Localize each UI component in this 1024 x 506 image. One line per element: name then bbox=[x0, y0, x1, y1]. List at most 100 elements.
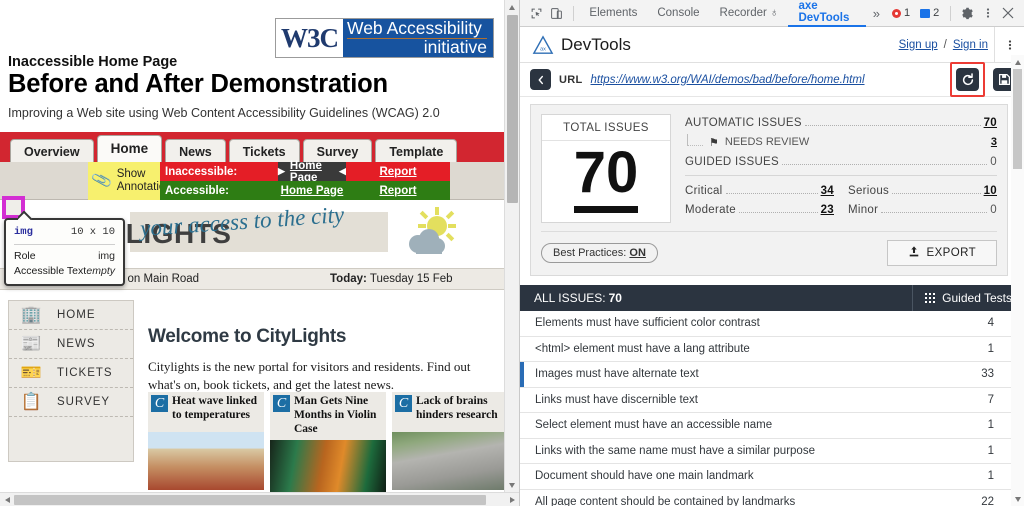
url-value[interactable]: https://www.w3.org/WAI/demos/bad/before/… bbox=[591, 74, 865, 86]
report-link-accessible[interactable]: Report bbox=[379, 185, 416, 197]
best-practices-label: Best Practices: bbox=[553, 247, 627, 259]
guided-tests-button[interactable]: Guided Tests bbox=[911, 285, 1024, 311]
more-options-icon[interactable] bbox=[977, 2, 997, 24]
tooltip-caret bbox=[18, 211, 32, 220]
guided-issues-row[interactable]: GUIDED ISSUES 0 bbox=[685, 156, 997, 168]
accessible-page-cell[interactable]: Home Page bbox=[278, 181, 346, 200]
critical-row[interactable]: Critical 34 bbox=[685, 185, 834, 197]
moderate-value[interactable]: 23 bbox=[821, 204, 834, 216]
browser-page-viewport[interactable]: W3C Web Accessibility initiative Inacces… bbox=[0, 0, 520, 506]
moderate-row[interactable]: Moderate 23 bbox=[685, 204, 834, 216]
gear-icon[interactable] bbox=[957, 2, 977, 24]
tab-home[interactable]: Home bbox=[96, 135, 163, 164]
nav-item-home[interactable]: 🏢 HOME bbox=[9, 301, 133, 330]
message-icon bbox=[920, 8, 931, 18]
issue-row[interactable]: Links must have discernible text 7 bbox=[520, 387, 1024, 413]
message-count-badge[interactable]: 2 bbox=[915, 6, 944, 20]
inaccessible-label: Inaccessible: bbox=[160, 162, 278, 181]
dot-leader bbox=[738, 212, 818, 213]
devtools-scroll-thumb[interactable] bbox=[1013, 69, 1022, 169]
news-card[interactable]: C Heat wave linked to temperatures bbox=[148, 392, 264, 498]
page-vertical-scrollbar[interactable] bbox=[504, 0, 519, 492]
upload-icon bbox=[908, 245, 920, 261]
all-issues-label: ALL ISSUES: bbox=[534, 291, 606, 305]
show-annotations-button[interactable]: 📎 Show Annotations bbox=[88, 162, 177, 200]
more-tabs-icon[interactable]: » bbox=[866, 6, 887, 21]
device-toolbar-icon[interactable] bbox=[546, 2, 566, 24]
devtools-scrollbar[interactable] bbox=[1011, 55, 1024, 506]
needs-review-row[interactable]: ⚑ NEEDS REVIEW 3 bbox=[685, 134, 997, 150]
report-link-inaccessible[interactable]: Report bbox=[379, 166, 416, 178]
issue-row[interactable]: Select element must have an accessible n… bbox=[520, 413, 1024, 439]
devtools-scroll-down-icon[interactable] bbox=[1011, 492, 1024, 506]
news-card[interactable]: C Man Gets Nine Months in Violin Case bbox=[270, 392, 386, 499]
serious-value[interactable]: 10 bbox=[984, 185, 997, 197]
news-card[interactable]: C Lack of brains hinders research bbox=[392, 392, 508, 498]
close-icon[interactable] bbox=[998, 2, 1018, 24]
tab-console[interactable]: Console bbox=[647, 0, 709, 27]
serious-row[interactable]: Serious 10 bbox=[848, 185, 997, 197]
nav-item-survey[interactable]: 📋 SURVEY bbox=[9, 388, 133, 417]
scroll-down-arrow-icon[interactable] bbox=[505, 478, 519, 492]
grid-icon bbox=[924, 292, 936, 304]
news-card-title: Lack of brains hinders research bbox=[416, 395, 498, 421]
sign-up-link[interactable]: Sign up bbox=[899, 39, 938, 51]
issue-label: Links must have discernible text bbox=[535, 393, 698, 406]
issue-row[interactable]: All page content should be contained by … bbox=[520, 489, 1024, 506]
dot-leader bbox=[725, 193, 818, 194]
nav-item-news[interactable]: 📰 NEWS bbox=[9, 330, 133, 359]
inspect-element-icon[interactable] bbox=[526, 2, 546, 24]
tab-axe-devtools[interactable]: axe DevTools bbox=[788, 0, 866, 27]
arrow-left-icon: ◀ bbox=[339, 166, 346, 176]
page-kicker: Inaccessible Home Page bbox=[8, 54, 178, 70]
vertical-scroll-thumb[interactable] bbox=[507, 15, 518, 203]
inspector-role-row: Role img bbox=[14, 250, 115, 262]
issue-row[interactable]: <html> element must have a lang attribut… bbox=[520, 336, 1024, 362]
issue-row[interactable]: Links with the same name must have a sim… bbox=[520, 438, 1024, 464]
clipboard-icon: 📋 bbox=[20, 392, 44, 411]
automatic-issues-value[interactable]: 70 bbox=[984, 117, 997, 129]
critical-value[interactable]: 34 bbox=[821, 185, 834, 197]
horizontal-scroll-thumb[interactable] bbox=[14, 495, 486, 505]
accessible-report-cell[interactable]: Report bbox=[346, 181, 450, 200]
tab-elements[interactable]: Elements bbox=[579, 0, 647, 27]
tab-recorder[interactable]: Recorder ♁ bbox=[710, 0, 789, 27]
export-button[interactable]: EXPORT bbox=[886, 240, 997, 266]
inaccessible-report-cell[interactable]: Report bbox=[346, 162, 450, 181]
issue-row[interactable]: Document should have one main landmark 1 bbox=[520, 464, 1024, 490]
issue-row[interactable]: Elements must have sufficient color cont… bbox=[520, 311, 1024, 337]
rescan-icon[interactable] bbox=[956, 68, 979, 91]
tab-template[interactable]: Template bbox=[375, 139, 458, 164]
news-card-head: C Heat wave linked to temperatures bbox=[148, 392, 264, 432]
accessible-home-page-link[interactable]: Home Page bbox=[281, 185, 344, 197]
svg-text:ax: ax bbox=[540, 46, 546, 52]
issue-label: Document should have one main landmark bbox=[535, 470, 754, 483]
export-label: EXPORT bbox=[926, 247, 976, 259]
scroll-left-arrow-icon[interactable] bbox=[0, 493, 14, 506]
scroll-up-arrow-icon[interactable] bbox=[505, 0, 519, 14]
scroll-right-arrow-icon[interactable] bbox=[506, 493, 519, 506]
devtools-scroll-up-icon[interactable] bbox=[1011, 55, 1024, 69]
automatic-issues-row[interactable]: AUTOMATIC ISSUES 70 bbox=[685, 117, 997, 129]
error-count-badge[interactable]: 1 bbox=[887, 6, 915, 20]
best-practices-toggle[interactable]: Best Practices: ON bbox=[541, 243, 658, 263]
issue-label: Select element must have an accessible n… bbox=[535, 419, 773, 432]
dot-leader bbox=[804, 125, 981, 126]
needs-review-value[interactable]: 3 bbox=[991, 136, 997, 148]
accessible-label: Accessible: bbox=[160, 181, 278, 200]
sign-in-link[interactable]: Sign in bbox=[953, 39, 988, 51]
issues-list[interactable]: Elements must have sufficient color cont… bbox=[520, 311, 1024, 506]
current-page-label: Home Page bbox=[289, 159, 322, 184]
url-label: URL bbox=[559, 73, 583, 86]
guided-issues-label: GUIDED ISSUES bbox=[685, 156, 780, 168]
page-horizontal-scrollbar[interactable] bbox=[0, 492, 519, 506]
nav-item-tickets[interactable]: 🎫 TICKETS bbox=[9, 359, 133, 388]
tab-overview[interactable]: Overview bbox=[10, 139, 94, 164]
issue-count: 7 bbox=[987, 393, 994, 406]
current-page-indicator[interactable]: ▶ Home Page ◀ bbox=[278, 159, 346, 184]
minor-row[interactable]: Minor 0 bbox=[848, 204, 997, 216]
tab-news[interactable]: News bbox=[165, 139, 226, 164]
back-arrow-icon[interactable] bbox=[530, 69, 551, 90]
experiment-flask-icon: ♁ bbox=[769, 7, 779, 19]
issue-row[interactable]: Images must have alternate text 33 bbox=[520, 362, 1024, 388]
